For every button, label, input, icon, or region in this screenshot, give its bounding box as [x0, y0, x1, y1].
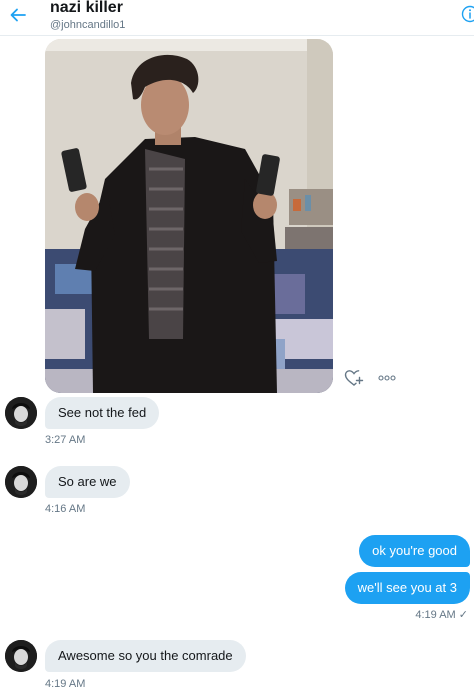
photo-actions: [344, 368, 404, 388]
avatar-image: [5, 640, 37, 672]
heart-plus-icon[interactable]: [344, 368, 364, 388]
message-timestamp: 4:19 AM: [45, 678, 86, 690]
shared-photo[interactable]: [45, 39, 333, 393]
arrow-left-icon[interactable]: [8, 5, 28, 25]
message-bubble[interactable]: So are we: [45, 466, 130, 498]
conversation-header: nazi killer @johncandillo1: [0, 0, 474, 36]
avatar-image: [5, 397, 37, 429]
avatar-image: [5, 466, 37, 498]
info-icon[interactable]: [461, 5, 474, 23]
more-dots-icon[interactable]: [378, 375, 396, 381]
message-timestamp: 4:16 AM: [45, 503, 86, 515]
conversation-handle: @johncandillo1: [50, 19, 126, 31]
message-timestamp: 3:27 AM: [45, 434, 86, 446]
photo-image: [45, 39, 333, 393]
message-bubble[interactable]: See not the fed: [45, 397, 160, 429]
conversation-title[interactable]: nazi killer: [50, 0, 123, 16]
message-timestamp: 4:19 AM ✓: [415, 609, 468, 621]
avatar[interactable]: [5, 640, 37, 672]
message-bubble-sent[interactable]: ok you're good: [359, 535, 470, 567]
message-bubble-sent[interactable]: we'll see you at 3: [344, 572, 470, 604]
avatar[interactable]: [5, 397, 37, 429]
message-bubble[interactable]: Awesome so you the comrade: [45, 640, 246, 672]
avatar[interactable]: [5, 466, 37, 498]
